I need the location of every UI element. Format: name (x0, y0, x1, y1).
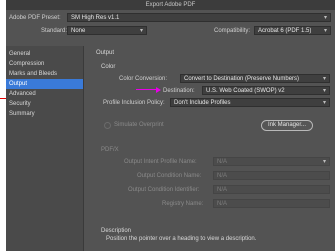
annotation-arrow-head (156, 87, 161, 93)
output-condition-name-label: Output Condition Name: (137, 173, 202, 179)
output-intent-select[interactable]: N/A ▾ (213, 157, 330, 166)
pdfx-section-title: PDF/X (101, 147, 119, 153)
export-pdf-dialog: Export Adobe PDF Adobe PDF Preset: SM Hi… (6, 0, 335, 251)
standard-select[interactable]: None ▾ (67, 26, 147, 35)
profile-inclusion-select[interactable]: Don't Include Profiles ▾ (170, 98, 330, 107)
sidebar-item-output[interactable]: Output (6, 79, 83, 89)
sidebar-item-general[interactable]: General (6, 49, 83, 59)
chevron-down-icon: ▾ (322, 76, 326, 82)
chevron-down-icon: ▾ (139, 28, 143, 34)
simulate-overprint-label: Simulate Overprint (114, 122, 164, 128)
profile-inclusion-label: Profile Inclusion Policy: (103, 100, 165, 106)
ink-manager-button[interactable]: Ink Manager... (261, 120, 313, 131)
color-conversion-select[interactable]: Convert to Destination (Preserve Numbers… (180, 74, 330, 83)
simulate-overprint-checkbox[interactable] (104, 122, 111, 129)
color-conversion-label: Color Conversion: (119, 76, 168, 82)
output-condition-id-field[interactable]: N/A (213, 185, 330, 194)
output-condition-id-value: N/A (217, 187, 228, 193)
output-condition-name-field[interactable]: N/A (213, 171, 330, 180)
chevron-down-icon: ▾ (322, 100, 326, 106)
output-condition-id-label: Output Condition Identifier: (128, 187, 200, 193)
chevron-down-icon: ▾ (323, 28, 327, 34)
sidebar-item-marks-and-bleeds[interactable]: Marks and Bleeds (6, 69, 83, 79)
standard-label: Standard: (41, 28, 68, 34)
chevron-down-icon: ▾ (322, 159, 326, 165)
compatibility-value: Acrobat 6 (PDF 1.5) (258, 28, 312, 34)
sidebar-item-compression[interactable]: Compression (6, 59, 83, 69)
output-section-title: Output (96, 50, 115, 56)
preset-value: SM High Res v1.1 (71, 15, 120, 21)
category-sidebar: General Compression Marks and Bleeds Out… (6, 46, 84, 251)
output-condition-name-value: N/A (217, 173, 228, 179)
standard-value: None (71, 28, 86, 34)
annotation-arrow-shaft (136, 89, 156, 90)
preset-select[interactable]: SM High Res v1.1 ▾ (67, 13, 331, 22)
sidebar-item-summary[interactable]: Summary (6, 109, 83, 119)
registry-name-value: N/A (217, 201, 228, 207)
registry-name-label: Registry Name: (162, 201, 204, 207)
preset-label: Adobe PDF Preset: (9, 15, 61, 21)
destination-value: U.S. Web Coated (SWOP) v2 (206, 88, 285, 94)
sidebar-item-advanced[interactable]: Advanced (6, 89, 83, 99)
description-text: Position the pointer over a heading to v… (106, 236, 257, 242)
registry-name-field[interactable]: N/A (213, 199, 330, 208)
color-conversion-value: Convert to Destination (Preserve Numbers… (184, 76, 300, 82)
output-intent-value: N/A (217, 159, 228, 165)
compatibility-select[interactable]: Acrobat 6 (PDF 1.5) ▾ (254, 26, 331, 35)
dialog-title: Export Adobe PDF (6, 0, 335, 10)
chevron-down-icon: ▾ (322, 88, 326, 94)
chevron-down-icon: ▾ (323, 15, 327, 21)
compatibility-label: Compatibility: (214, 28, 251, 34)
sidebar-item-security[interactable]: Security (6, 99, 83, 109)
destination-label: Destination: (163, 88, 195, 94)
profile-inclusion-value: Don't Include Profiles (174, 100, 231, 106)
color-section-title: Color (101, 64, 116, 70)
destination-select[interactable]: U.S. Web Coated (SWOP) v2 ▾ (202, 86, 330, 95)
output-intent-label: Output Intent Profile Name: (124, 159, 197, 165)
